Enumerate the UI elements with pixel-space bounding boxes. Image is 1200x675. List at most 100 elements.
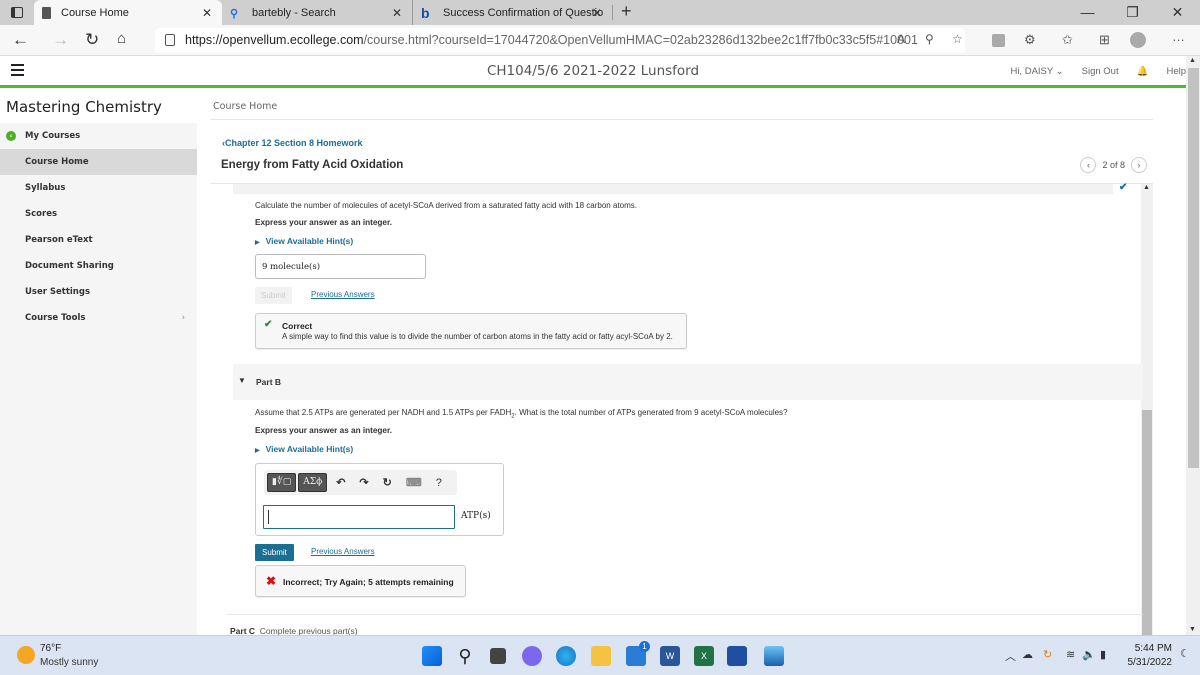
tab-course-home[interactable]: Course Home ✕ (34, 0, 222, 25)
sidebar-item-scores[interactable]: Scores (0, 201, 197, 227)
scroll-up-icon[interactable]: ▲ (1189, 57, 1196, 64)
battery-icon[interactable]: ▮ (1100, 648, 1106, 661)
part-a-hint-link[interactable]: View Available Hint(s) (255, 236, 354, 246)
refresh-icon[interactable]: ↻ (85, 30, 99, 50)
templates-button[interactable]: ▮∜▢ (267, 473, 297, 492)
sidebar-item-course-tools[interactable]: Course Tools › (0, 305, 197, 331)
close-tab-icon[interactable]: ✕ (592, 6, 602, 20)
part-b-answer-input[interactable] (263, 505, 455, 529)
part-a-previous-answers-link[interactable]: Previous Answers (311, 290, 375, 299)
start-button-icon[interactable] (422, 646, 442, 666)
scroll-up-icon[interactable]: ▲ (1143, 184, 1150, 191)
part-a-header[interactable] (233, 184, 1113, 194)
sidebar-item-my-courses[interactable]: ‹ My Courses (0, 123, 197, 149)
file-explorer-icon[interactable] (591, 646, 611, 666)
scroll-down-icon[interactable]: ▼ (1189, 626, 1196, 633)
store-icon[interactable] (727, 646, 747, 666)
read-aloud-icon[interactable]: Aʾ (897, 32, 907, 46)
volume-icon[interactable]: 🔈 (1082, 648, 1096, 661)
tab-actions-button[interactable] (0, 0, 34, 25)
extensions-puzzle-icon[interactable]: ⚙ (1024, 32, 1036, 48)
show-hidden-icons-chevron[interactable]: ︿ (1005, 648, 1016, 664)
part-a-submit-button[interactable]: Submit (255, 287, 292, 304)
sidebar-item-document-sharing[interactable]: Document Sharing (0, 253, 197, 279)
part-a-answer-field[interactable]: 9 molecule(s) (255, 254, 426, 279)
sidebar-item-user-settings[interactable]: User Settings (0, 279, 197, 305)
sidebar-item-label: Pearson eText (25, 235, 93, 245)
content-scrollbar[interactable]: ▲ (1141, 184, 1153, 635)
breadcrumb[interactable]: Course Home (213, 101, 277, 112)
task-view-icon[interactable] (490, 648, 506, 664)
redo-icon[interactable]: ↷ (359, 476, 368, 489)
word-icon[interactable]: W (660, 646, 680, 666)
sync-icon[interactable]: ↻ (1043, 648, 1052, 661)
part-b-math-answer-box: ▮∜▢ ΑΣϕ ↶ ↷ ↻ ⌨ ? ATP(s) (255, 463, 504, 536)
next-item-button[interactable]: › (1131, 157, 1147, 173)
sidebar-item-syllabus[interactable]: Syllabus (0, 175, 197, 201)
weather-temperature[interactable]: 76°F (40, 643, 61, 654)
wifi-icon[interactable]: ≋ (1066, 648, 1075, 661)
notifications-moon-icon[interactable]: ☾ (1180, 647, 1190, 660)
favorite-icon[interactable]: ☆ (952, 32, 963, 46)
notifications-bell-icon[interactable]: 🔔 (1137, 66, 1149, 77)
previous-item-button[interactable]: ‹ (1080, 157, 1097, 173)
home-icon[interactable]: ⌂ (117, 30, 126, 47)
search-icon[interactable]: ⚲ (455, 646, 475, 666)
part-b-hint-link[interactable]: View Available Hint(s) (255, 444, 354, 454)
question-text: Assume that 2.5 ATPs are generated per N… (255, 408, 512, 417)
help-icon[interactable]: ? (436, 477, 442, 489)
assignment-back-link[interactable]: ‹Chapter 12 Section 8 Homework (222, 138, 363, 148)
mail-icon[interactable]: 1 (626, 641, 650, 666)
scroll-thumb[interactable] (1188, 68, 1199, 468)
close-window-button[interactable]: ✕ (1155, 0, 1200, 25)
zoom-icon[interactable]: ⚲ (925, 32, 934, 46)
system-clock[interactable]: 5:44 PM 5/31/2022 (1128, 642, 1173, 670)
collections-icon[interactable]: ⊞ (1099, 32, 1110, 48)
keyboard-icon[interactable]: ⌨ (406, 476, 422, 489)
user-menu[interactable]: Hi, DAISY ⌄ (1010, 66, 1063, 77)
page-scrollbar[interactable]: ▲ ▼ (1186, 56, 1200, 635)
back-icon[interactable]: ← (12, 30, 29, 50)
close-tab-icon[interactable]: ✕ (202, 6, 212, 20)
sidebar-item-label: My Courses (25, 131, 81, 141)
sidebar-item-pearson-etext[interactable]: Pearson eText (0, 227, 197, 253)
extension-icon[interactable] (992, 34, 1005, 47)
chevron-right-icon: › (181, 313, 185, 323)
check-icon: ✔ (264, 319, 273, 330)
edge-browser-icon[interactable] (556, 646, 576, 666)
symbols-button[interactable]: ΑΣϕ (298, 473, 328, 492)
tab-success-confirmation[interactable]: b Success Confirmation of Questio ✕ (412, 0, 612, 25)
url-path: /course.html?courseId=17044720&OpenVellu… (363, 33, 918, 47)
forward-icon[interactable]: → (52, 30, 69, 50)
reset-icon[interactable]: ↻ (383, 476, 392, 489)
divider (210, 119, 1153, 120)
url-input[interactable]: https://openvellum.ecollege.com/course.h… (155, 28, 965, 53)
undo-icon[interactable]: ↶ (336, 476, 345, 489)
question-text: . What is the total number of ATPs gener… (514, 408, 788, 417)
restore-button[interactable]: ❐ (1110, 0, 1155, 25)
part-b-submit-button[interactable]: Submit (255, 544, 294, 561)
part-b-previous-answers-link[interactable]: Previous Answers (311, 547, 375, 556)
onedrive-icon[interactable]: ☁ (1022, 648, 1033, 661)
teams-chat-icon[interactable] (522, 646, 542, 666)
favorites-list-icon[interactable]: ✩ (1062, 32, 1073, 48)
excel-icon[interactable]: X (694, 646, 714, 666)
clock-time: 5:44 PM (1134, 643, 1172, 654)
weather-sunny-icon[interactable] (17, 646, 35, 664)
photos-icon[interactable] (764, 646, 784, 666)
part-b-question: Assume that 2.5 ATPs are generated per N… (255, 408, 788, 420)
scroll-thumb[interactable] (1142, 410, 1152, 635)
more-options-icon[interactable]: … (1172, 29, 1185, 44)
profile-avatar[interactable] (1130, 32, 1146, 48)
tab-bartebly-search[interactable]: ⚲ bartebly - Search ✕ (222, 0, 412, 25)
sign-out-link[interactable]: Sign Out (1082, 66, 1119, 77)
close-tab-icon[interactable]: ✕ (392, 6, 402, 20)
weather-description[interactable]: Mostly sunny (40, 657, 98, 668)
collapse-triangle-icon: ▼ (238, 376, 246, 385)
sidebar-item-course-home[interactable]: Course Home (0, 149, 197, 175)
minimize-button[interactable]: — (1065, 0, 1110, 25)
part-b-header[interactable]: ▼ Part B (233, 364, 1143, 400)
help-link[interactable]: Help (1166, 66, 1186, 77)
new-tab-button[interactable]: + (612, 2, 640, 20)
part-b-instruction: Express your answer as an integer. (255, 426, 392, 435)
